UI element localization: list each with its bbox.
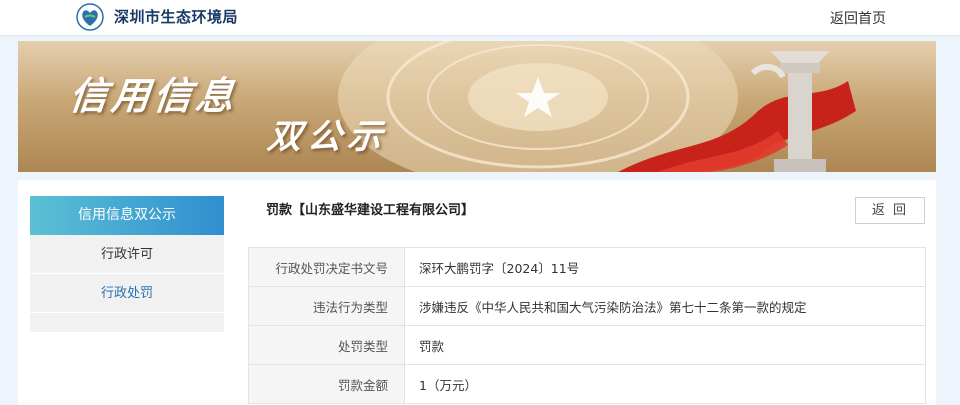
sidebar: 信用信息双公示 行政许可 行政处罚 [30,196,224,333]
row-value: 深环大鹏罚字〔2024〕11号 [404,247,926,287]
banner: 信用信息 双公示 [18,41,936,172]
table-row: 行政处罚决定书文号 深环大鹏罚字〔2024〕11号 [248,247,926,287]
content-panel: 信用信息双公示 行政许可 行政处罚 罚款【山东盛华建设工程有限公司】 返 回 行… [18,180,936,405]
top-bar: 深圳市生态环境局 返回首页 [0,0,960,36]
site-name: 深圳市生态环境局 [114,8,239,26]
sidebar-item-administrative-license[interactable]: 行政许可 [30,235,224,274]
sidebar-item-administrative-penalty[interactable]: 行政处罚 [30,274,224,313]
table-row: 罚款金额 1（万元） [248,364,926,404]
row-value: 罚款 [404,325,926,365]
row-key: 处罚类型 [248,325,405,365]
row-key: 罚款金额 [248,364,405,404]
banner-subtitle: 双公示 [265,117,390,157]
banner-title: 信用信息 [67,74,240,118]
record-table: 行政处罚决定书文号 深环大鹏罚字〔2024〕11号 违法行为类型 涉嫌违反《中华… [248,247,926,404]
row-key: 行政处罚决定书文号 [248,247,405,287]
sidebar-spacer [30,313,224,333]
table-row: 违法行为类型 涉嫌违反《中华人民共和国大气污染防治法》第七十二条第一款的规定 [248,286,926,326]
sidebar-header: 信用信息双公示 [30,196,224,235]
row-value: 1（万元） [404,364,926,404]
row-key: 违法行为类型 [248,286,405,326]
return-home-link[interactable]: 返回首页 [830,8,886,28]
bureau-logo-icon [76,3,104,31]
table-row: 处罚类型 罚款 [248,325,926,365]
row-value: 涉嫌违反《中华人民共和国大气污染防治法》第七十二条第一款的规定 [404,286,926,326]
back-button[interactable]: 返 回 [855,197,925,224]
record-title: 罚款【山东盛华建设工程有限公司】 [266,203,475,218]
